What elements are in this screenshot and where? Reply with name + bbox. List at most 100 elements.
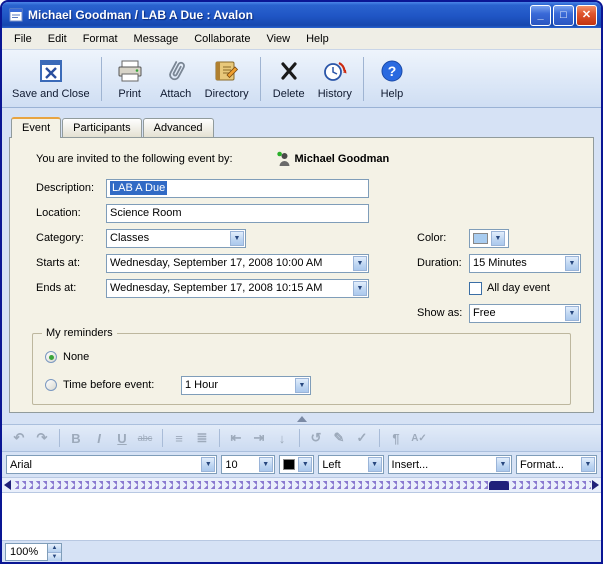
- duration-label: Duration:: [417, 257, 469, 269]
- redo-button[interactable]: ↷: [31, 427, 53, 449]
- chevron-down-icon[interactable]: ▼: [367, 456, 383, 473]
- menu-edit[interactable]: Edit: [40, 30, 75, 48]
- starts-at-label: Starts at:: [36, 257, 106, 269]
- chevron-down-icon[interactable]: ▼: [564, 255, 580, 272]
- chevron-down-icon[interactable]: ▼: [352, 280, 368, 297]
- tab-event[interactable]: Event: [11, 117, 61, 138]
- tab-strip: Event Participants Advanced: [2, 116, 601, 137]
- toolbar-separator: [219, 429, 220, 447]
- font-size-dropdown[interactable]: 10 ▼: [221, 455, 274, 474]
- print-button[interactable]: Print: [107, 53, 153, 105]
- attach-button[interactable]: Attach: [153, 53, 199, 105]
- chevron-down-icon[interactable]: ▼: [564, 305, 580, 322]
- address-book-icon: [213, 56, 240, 86]
- collapse-up-icon[interactable]: [297, 416, 307, 422]
- color-label: Color:: [417, 232, 469, 244]
- spinner-down-icon[interactable]: ▼: [48, 552, 61, 561]
- all-day-label: All day event: [487, 282, 550, 294]
- tab-participants[interactable]: Participants: [62, 118, 141, 137]
- underline-button[interactable]: U: [111, 427, 133, 449]
- help-button[interactable]: ? Help: [369, 53, 415, 105]
- bold-button[interactable]: B: [65, 427, 87, 449]
- starts-at-dropdown[interactable]: Wednesday, September 17, 2008 10:00 AM ▼: [106, 254, 369, 273]
- chevron-down-icon[interactable]: ▼: [490, 230, 506, 247]
- menu-message[interactable]: Message: [126, 30, 187, 48]
- description-value: LAB A Due: [110, 181, 167, 195]
- save-and-close-button[interactable]: Save and Close: [6, 53, 96, 105]
- color-dropdown[interactable]: ▼: [469, 229, 509, 248]
- pane-splitter[interactable]: [2, 413, 601, 424]
- ends-at-dropdown[interactable]: Wednesday, September 17, 2008 10:15 AM ▼: [106, 279, 369, 298]
- reminder-time-radio[interactable]: [45, 379, 57, 391]
- category-label: Category:: [36, 232, 106, 244]
- italic-button[interactable]: I: [88, 427, 110, 449]
- directory-button[interactable]: Directory: [199, 53, 255, 105]
- indent-increase-button[interactable]: ⇥: [248, 427, 270, 449]
- duration-dropdown[interactable]: 15 Minutes ▼: [469, 254, 581, 273]
- edit-pencil-button[interactable]: ✎: [328, 427, 350, 449]
- spinner-up-icon[interactable]: ▲: [48, 544, 61, 552]
- insert-dropdown[interactable]: Insert... ▼: [388, 455, 512, 474]
- format-dropdown[interactable]: Format... ▼: [516, 455, 597, 474]
- location-field[interactable]: Science Room: [106, 204, 369, 223]
- spell-check-button[interactable]: A✓: [408, 427, 430, 449]
- show-as-dropdown[interactable]: Free ▼: [469, 304, 581, 323]
- description-label: Description:: [36, 182, 106, 194]
- reminder-none-radio[interactable]: [45, 351, 57, 363]
- zoom-control[interactable]: 100% ▲ ▼: [5, 543, 62, 561]
- chevron-down-icon[interactable]: ▼: [352, 255, 368, 272]
- chevron-down-icon[interactable]: ▼: [297, 456, 313, 473]
- person-icon: [277, 151, 290, 167]
- toolbar-separator: [101, 57, 102, 101]
- title-bar[interactable]: Michael Goodman / LAB A Due : Avalon _ □…: [2, 2, 601, 28]
- ruler-right-margin-marker[interactable]: [592, 480, 599, 490]
- rotate-button[interactable]: ↺: [305, 427, 327, 449]
- font-color-swatch: [283, 459, 296, 470]
- delete-button[interactable]: Delete: [266, 53, 312, 105]
- ruler-tab-marker[interactable]: [489, 481, 509, 490]
- zoom-spinner[interactable]: ▲ ▼: [47, 543, 62, 561]
- menu-format[interactable]: Format: [75, 30, 126, 48]
- time-before-dropdown[interactable]: 1 Hour ▼: [181, 376, 311, 395]
- main-toolbar: Save and Close Print Attach: [2, 50, 601, 108]
- print-icon: [116, 56, 144, 86]
- alignment-dropdown[interactable]: Left ▼: [318, 455, 383, 474]
- paragraph-button[interactable]: ¶: [385, 427, 407, 449]
- chevron-down-icon[interactable]: ▼: [229, 230, 245, 247]
- ruler-left-margin-marker[interactable]: [4, 480, 11, 490]
- all-day-checkbox[interactable]: [469, 282, 482, 295]
- chevron-down-icon[interactable]: ▼: [258, 456, 274, 473]
- menu-help[interactable]: Help: [298, 30, 337, 48]
- strikethrough-button[interactable]: abc: [134, 427, 156, 449]
- bullet-list-button[interactable]: ≡: [168, 427, 190, 449]
- font-toolbar: Arial ▼ 10 ▼ ▼ Left ▼ Insert... ▼ Format…: [2, 452, 601, 478]
- history-button[interactable]: History: [312, 53, 358, 105]
- show-as-label: Show as:: [417, 307, 469, 319]
- menu-collaborate[interactable]: Collaborate: [186, 30, 258, 48]
- close-button[interactable]: ✕: [576, 5, 597, 26]
- minimize-button[interactable]: _: [530, 5, 551, 26]
- ruler[interactable]: [2, 478, 601, 493]
- my-reminders-label: My reminders: [42, 327, 117, 339]
- font-family-dropdown[interactable]: Arial ▼: [6, 455, 217, 474]
- location-label: Location:: [36, 207, 106, 219]
- zoom-value[interactable]: 100%: [5, 543, 47, 561]
- font-color-dropdown[interactable]: ▼: [279, 455, 315, 474]
- chevron-down-icon[interactable]: ▼: [200, 456, 216, 473]
- description-field[interactable]: LAB A Due: [106, 179, 369, 198]
- undo-button[interactable]: ↶: [8, 427, 30, 449]
- chevron-down-icon[interactable]: ▼: [580, 456, 596, 473]
- tab-advanced[interactable]: Advanced: [143, 118, 214, 137]
- indent-decrease-button[interactable]: ⇤: [225, 427, 247, 449]
- insert-down-button[interactable]: ↓: [271, 427, 293, 449]
- message-body-area[interactable]: [2, 493, 601, 541]
- category-dropdown[interactable]: Classes ▼: [106, 229, 246, 248]
- chevron-down-icon[interactable]: ▼: [294, 377, 310, 394]
- accept-check-button[interactable]: ✓: [351, 427, 373, 449]
- menu-view[interactable]: View: [258, 30, 298, 48]
- numbered-list-button[interactable]: ≣: [191, 427, 213, 449]
- maximize-button[interactable]: □: [553, 5, 574, 26]
- chevron-down-icon[interactable]: ▼: [495, 456, 511, 473]
- help-question-icon: ?: [380, 56, 404, 86]
- menu-file[interactable]: File: [6, 30, 40, 48]
